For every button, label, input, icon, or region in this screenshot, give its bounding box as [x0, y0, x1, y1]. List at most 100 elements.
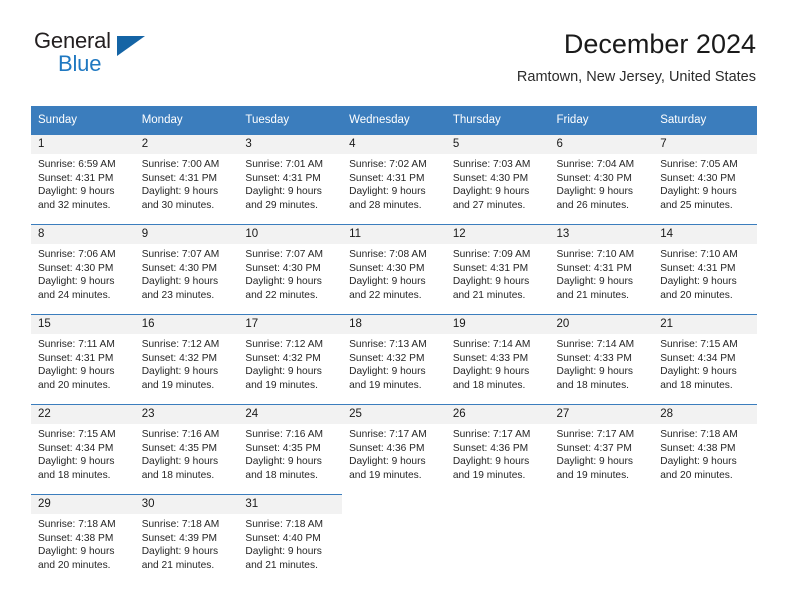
- calendar-day-cell[interactable]: 29 Sunrise: 7:18 AM Sunset: 4:38 PM Dayli…: [31, 494, 135, 584]
- calendar-table: Sunday Monday Tuesday Wednesday Thursday…: [31, 106, 757, 584]
- day-number: 3: [238, 135, 343, 154]
- calendar-week-row: 8 Sunrise: 7:06 AM Sunset: 4:30 PM Daylig…: [31, 224, 757, 314]
- day-number: 9: [134, 225, 239, 244]
- calendar-day-cell[interactable]: 1 Sunrise: 6:59 AM Sunset: 4:31 PM Daylig…: [31, 134, 135, 224]
- day-number: [550, 494, 654, 513]
- calendar-day-cell[interactable]: 28 Sunrise: 7:18 AM Sunset: 4:38 PM Dayli…: [653, 404, 757, 494]
- day-number: 21: [653, 315, 757, 334]
- day-cell-content: 7 Sunrise: 7:05 AM Sunset: 4:30 PM Daylig…: [653, 134, 757, 224]
- day-cell-content: 29 Sunrise: 7:18 AM Sunset: 4:38 PM Dayli…: [31, 494, 135, 584]
- brand-name-blue: Blue: [58, 51, 102, 76]
- day-sun-info: Sunrise: 6:59 AM Sunset: 4:31 PM Dayligh…: [38, 159, 116, 211]
- calendar-day-cell[interactable]: 15 Sunrise: 7:11 AM Sunset: 4:31 PM Dayli…: [31, 314, 135, 404]
- day-number: [342, 494, 446, 513]
- day-sun-info: Sunrise: 7:11 AM Sunset: 4:31 PM Dayligh…: [38, 339, 115, 391]
- day-number: 22: [31, 405, 135, 424]
- day-number: 20: [549, 315, 654, 334]
- day-sun-info: Sunrise: 7:14 AM Sunset: 4:33 PM Dayligh…: [556, 339, 635, 391]
- day-sun-info: Sunrise: 7:18 AM Sunset: 4:38 PM Dayligh…: [660, 429, 738, 481]
- calendar-day-cell[interactable]: 9 Sunrise: 7:07 AM Sunset: 4:30 PM Daylig…: [134, 224, 239, 314]
- brand-logo[interactable]: General Blue: [34, 28, 234, 84]
- day-cell-content: 24 Sunrise: 7:16 AM Sunset: 4:35 PM Dayli…: [238, 404, 343, 494]
- day-sun-info: Sunrise: 7:06 AM Sunset: 4:30 PM Dayligh…: [38, 249, 116, 301]
- day-cell-content: 30 Sunrise: 7:18 AM Sunset: 4:39 PM Dayli…: [134, 494, 239, 584]
- day-number: 8: [31, 225, 135, 244]
- calendar-day-cell[interactable]: 16 Sunrise: 7:12 AM Sunset: 4:32 PM Dayli…: [134, 314, 239, 404]
- day-sun-info: Sunrise: 7:17 AM Sunset: 4:36 PM Dayligh…: [349, 429, 427, 481]
- page-header: General Blue December 2024 Ramtown, New …: [34, 28, 756, 96]
- day-cell-content: 11 Sunrise: 7:08 AM Sunset: 4:30 PM Dayli…: [342, 224, 446, 314]
- day-sun-info: Sunrise: 7:02 AM Sunset: 4:31 PM Dayligh…: [349, 159, 427, 211]
- calendar-day-cell[interactable]: 17 Sunrise: 7:12 AM Sunset: 4:32 PM Dayli…: [238, 314, 343, 404]
- weekday-header-monday: Monday: [134, 106, 239, 134]
- day-cell-content: 5 Sunrise: 7:03 AM Sunset: 4:30 PM Daylig…: [445, 134, 550, 224]
- day-number: 30: [134, 495, 239, 514]
- day-cell-content: 1 Sunrise: 6:59 AM Sunset: 4:31 PM Daylig…: [31, 134, 135, 224]
- calendar-day-cell[interactable]: 2 Sunrise: 7:00 AM Sunset: 4:31 PM Daylig…: [134, 134, 239, 224]
- day-number: 19: [445, 315, 550, 334]
- day-number: [446, 494, 550, 513]
- day-cell-content: 12 Sunrise: 7:09 AM Sunset: 4:31 PM Dayli…: [445, 224, 550, 314]
- calendar-day-cell[interactable]: 13 Sunrise: 7:10 AM Sunset: 4:31 PM Dayli…: [549, 224, 654, 314]
- calendar-day-cell[interactable]: 7 Sunrise: 7:05 AM Sunset: 4:30 PM Daylig…: [653, 134, 757, 224]
- day-number: 4: [342, 135, 446, 154]
- day-cell-content: [550, 494, 654, 584]
- day-number: 18: [342, 315, 446, 334]
- day-cell-content: 3 Sunrise: 7:01 AM Sunset: 4:31 PM Daylig…: [238, 134, 343, 224]
- calendar-week-row: 15 Sunrise: 7:11 AM Sunset: 4:31 PM Dayli…: [31, 314, 757, 404]
- calendar-day-cell[interactable]: 18 Sunrise: 7:13 AM Sunset: 4:32 PM Dayli…: [342, 314, 446, 404]
- day-sun-info: Sunrise: 7:18 AM Sunset: 4:40 PM Dayligh…: [245, 519, 323, 571]
- brand-triangle-icon: [117, 36, 145, 56]
- day-number: 31: [238, 495, 343, 514]
- day-sun-info: Sunrise: 7:18 AM Sunset: 4:39 PM Dayligh…: [141, 519, 220, 571]
- calendar-day-cell[interactable]: 4 Sunrise: 7:02 AM Sunset: 4:31 PM Daylig…: [342, 134, 446, 224]
- page-title: December 2024: [563, 29, 756, 59]
- calendar-empty-cell: [342, 494, 446, 584]
- page-subtitle: Ramtown, New Jersey, United States: [516, 69, 756, 85]
- day-sun-info: Sunrise: 7:10 AM Sunset: 4:31 PM Dayligh…: [556, 249, 635, 301]
- calendar-day-cell[interactable]: 26 Sunrise: 7:17 AM Sunset: 4:36 PM Dayli…: [445, 404, 550, 494]
- day-number: 23: [134, 405, 239, 424]
- calendar-day-cell[interactable]: 6 Sunrise: 7:04 AM Sunset: 4:30 PM Daylig…: [549, 134, 654, 224]
- calendar-day-cell[interactable]: 23 Sunrise: 7:16 AM Sunset: 4:35 PM Dayli…: [134, 404, 239, 494]
- calendar-day-cell[interactable]: 19 Sunrise: 7:14 AM Sunset: 4:33 PM Dayli…: [445, 314, 550, 404]
- day-sun-info: Sunrise: 7:10 AM Sunset: 4:31 PM Dayligh…: [660, 249, 738, 301]
- day-number: 6: [549, 135, 654, 154]
- day-number: [653, 494, 757, 513]
- day-cell-content: 10 Sunrise: 7:07 AM Sunset: 4:30 PM Dayli…: [238, 224, 343, 314]
- calendar-day-cell[interactable]: 31 Sunrise: 7:18 AM Sunset: 4:40 PM Dayli…: [238, 494, 343, 584]
- day-sun-info: Sunrise: 7:15 AM Sunset: 4:34 PM Dayligh…: [38, 429, 116, 481]
- calendar-day-cell[interactable]: 27 Sunrise: 7:17 AM Sunset: 4:37 PM Dayli…: [549, 404, 654, 494]
- day-cell-content: 31 Sunrise: 7:18 AM Sunset: 4:40 PM Dayli…: [238, 494, 343, 584]
- calendar-day-cell[interactable]: 10 Sunrise: 7:07 AM Sunset: 4:30 PM Dayli…: [238, 224, 343, 314]
- day-cell-content: 16 Sunrise: 7:12 AM Sunset: 4:32 PM Dayli…: [134, 314, 239, 404]
- calendar-day-cell[interactable]: 24 Sunrise: 7:16 AM Sunset: 4:35 PM Dayli…: [238, 404, 343, 494]
- day-number: 12: [445, 225, 550, 244]
- weekday-header-tuesday: Tuesday: [238, 106, 343, 134]
- title-block: December 2024 Ramtown, New Jersey, Unite…: [517, 28, 756, 86]
- calendar-day-cell[interactable]: 14 Sunrise: 7:10 AM Sunset: 4:31 PM Dayli…: [653, 224, 757, 314]
- calendar-empty-cell: [446, 494, 550, 584]
- day-cell-content: 18 Sunrise: 7:13 AM Sunset: 4:32 PM Dayli…: [342, 314, 446, 404]
- calendar-day-cell[interactable]: 5 Sunrise: 7:03 AM Sunset: 4:30 PM Daylig…: [445, 134, 550, 224]
- day-cell-content: [342, 494, 446, 584]
- day-number: 24: [238, 405, 343, 424]
- calendar-day-cell[interactable]: 20 Sunrise: 7:14 AM Sunset: 4:33 PM Dayli…: [549, 314, 654, 404]
- calendar-day-cell[interactable]: 22 Sunrise: 7:15 AM Sunset: 4:34 PM Dayli…: [31, 404, 135, 494]
- calendar-week-row: 22 Sunrise: 7:15 AM Sunset: 4:34 PM Dayli…: [31, 404, 757, 494]
- day-number: 16: [134, 315, 239, 334]
- day-number: 13: [549, 225, 654, 244]
- day-cell-content: 28 Sunrise: 7:18 AM Sunset: 4:38 PM Dayli…: [653, 404, 757, 494]
- day-sun-info: Sunrise: 7:05 AM Sunset: 4:30 PM Dayligh…: [660, 159, 738, 211]
- day-number: 25: [342, 405, 446, 424]
- calendar-day-cell[interactable]: 3 Sunrise: 7:01 AM Sunset: 4:31 PM Daylig…: [238, 134, 343, 224]
- calendar-day-cell[interactable]: 21 Sunrise: 7:15 AM Sunset: 4:34 PM Dayli…: [653, 314, 757, 404]
- calendar-day-cell[interactable]: 30 Sunrise: 7:18 AM Sunset: 4:39 PM Dayli…: [134, 494, 239, 584]
- calendar-day-cell[interactable]: 25 Sunrise: 7:17 AM Sunset: 4:36 PM Dayli…: [342, 404, 446, 494]
- day-sun-info: Sunrise: 7:16 AM Sunset: 4:35 PM Dayligh…: [245, 429, 323, 481]
- calendar-day-cell[interactable]: 8 Sunrise: 7:06 AM Sunset: 4:30 PM Daylig…: [31, 224, 135, 314]
- calendar-day-cell[interactable]: 12 Sunrise: 7:09 AM Sunset: 4:31 PM Dayli…: [445, 224, 550, 314]
- day-number: 14: [653, 225, 757, 244]
- day-cell-content: [653, 494, 757, 584]
- calendar-day-cell[interactable]: 11 Sunrise: 7:08 AM Sunset: 4:30 PM Dayli…: [342, 224, 446, 314]
